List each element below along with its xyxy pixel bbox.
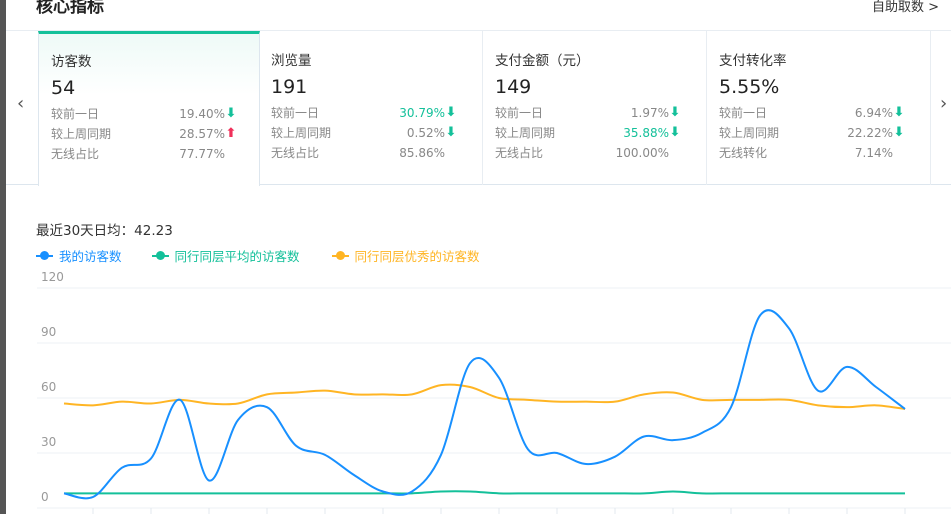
line-chart: 0 30 60 90 120 xyxy=(37,270,951,514)
y-tick-label: 120 xyxy=(41,270,64,284)
series-line-0 xyxy=(63,309,906,500)
y-tick-label: 90 xyxy=(41,325,56,339)
series-line-2 xyxy=(63,383,906,410)
y-tick-label: 60 xyxy=(41,380,56,394)
series-line-1 xyxy=(64,490,905,495)
y-tick-label: 0 xyxy=(41,490,49,504)
y-tick-label: 30 xyxy=(41,435,56,449)
